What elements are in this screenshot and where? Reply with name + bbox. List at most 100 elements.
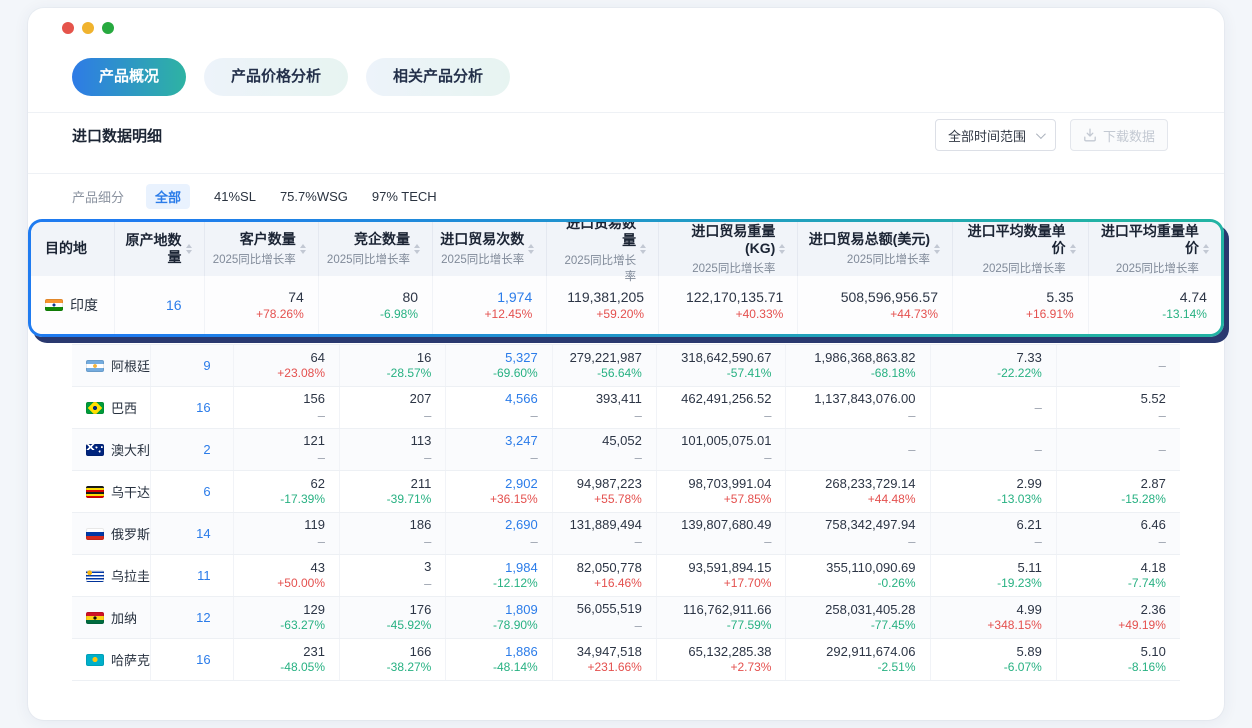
cell-trade-quantity: 34,947,518+231.66% bbox=[552, 639, 656, 680]
filter-option[interactable]: 97% TECH bbox=[372, 189, 437, 204]
cell-origin-count: 2 bbox=[150, 429, 233, 470]
cell-destination: 印度 bbox=[31, 276, 114, 334]
column-header-trade-count[interactable]: 进口贸易次数2025同比增长率 bbox=[432, 222, 546, 276]
cell-customer-count: 64+23.08% bbox=[233, 345, 339, 386]
cell-trade-amount-usd: – bbox=[785, 429, 929, 470]
cell-avg-quantity-price: 5.35+16.91% bbox=[952, 276, 1088, 334]
cell-customer-count: 74+78.26% bbox=[204, 276, 318, 334]
column-header-customer-count[interactable]: 客户数量2025同比增长率 bbox=[204, 222, 318, 276]
cell-customer-count: 129-63.27% bbox=[233, 597, 339, 638]
cell-customer-count: 121– bbox=[233, 429, 339, 470]
cell-customer-count: 231-48.05% bbox=[233, 639, 339, 680]
filter-option[interactable]: 全部 bbox=[146, 184, 190, 209]
cell-destination: 阿根廷 bbox=[72, 345, 150, 386]
sort-icon[interactable] bbox=[300, 244, 306, 254]
cell-trade-quantity: 131,889,494– bbox=[552, 513, 656, 554]
cell-trade-weight-kg: 65,132,285.38+2.73% bbox=[656, 639, 786, 680]
table-row[interactable]: 乌干达662-17.39%211-39.71%2,902+36.15%94,98… bbox=[72, 471, 1180, 513]
cell-avg-quantity-price: – bbox=[930, 429, 1056, 470]
cell-competitor-count: 3– bbox=[339, 555, 445, 596]
cell-trade-quantity: 119,381,205+59.20% bbox=[546, 276, 658, 334]
cell-trade-amount-usd: 268,233,729.14+44.48% bbox=[785, 471, 929, 512]
cell-trade-quantity: 82,050,778+16.46% bbox=[552, 555, 656, 596]
cell-origin-count: 6 bbox=[150, 471, 233, 512]
cell-origin-count: 11 bbox=[150, 555, 233, 596]
highlighted-table-section: 目的地原产地数量客户数量2025同比增长率竞企数量2025同比增长率进口贸易次数… bbox=[28, 219, 1224, 337]
sort-icon[interactable] bbox=[528, 244, 534, 254]
cell-trade-count: 1,886-48.14% bbox=[445, 639, 551, 680]
section-header: 进口数据明细 全部时间范围 下载数据 bbox=[28, 113, 1224, 157]
column-header-trade-weight-kg[interactable]: 进口贸易重量(KG)2025同比增长率 bbox=[658, 222, 797, 276]
column-header-avg-weight-price[interactable]: 进口平均重量单价2025同比增长率 bbox=[1088, 222, 1221, 276]
sort-icon[interactable] bbox=[186, 244, 192, 254]
table-row[interactable]: 加纳12129-63.27%176-45.92%1,809-78.90%56,0… bbox=[72, 597, 1180, 639]
sort-icon[interactable] bbox=[640, 244, 646, 254]
sort-icon[interactable] bbox=[779, 244, 785, 254]
filter-option[interactable]: 75.7%WSG bbox=[280, 189, 348, 204]
cell-avg-weight-price: 6.46– bbox=[1056, 513, 1180, 554]
filter-options: 全部 41%SL 75.7%WSG 97% TECH bbox=[146, 184, 437, 209]
cell-trade-weight-kg: 98,703,991.04+57.85% bbox=[656, 471, 786, 512]
product-segment-filter: 产品细分 全部 41%SL 75.7%WSG 97% TECH bbox=[28, 174, 1224, 219]
column-header-trade-quantity[interactable]: 进口贸易数量2025同比增长率 bbox=[546, 222, 658, 276]
table-row[interactable]: 阿根廷964+23.08%16-28.57%5,327-69.60%279,22… bbox=[72, 345, 1180, 387]
cell-trade-weight-kg: 122,170,135.71+40.33% bbox=[658, 276, 797, 334]
cell-trade-amount-usd: 355,110,090.69-0.26% bbox=[785, 555, 929, 596]
filter-label: 产品细分 bbox=[72, 187, 124, 206]
column-header-trade-amount-usd[interactable]: 进口贸易总额(美元)2025同比增长率 bbox=[797, 222, 952, 276]
time-range-select[interactable]: 全部时间范围 bbox=[935, 119, 1056, 151]
cell-trade-weight-kg: 318,642,590.67-57.41% bbox=[656, 345, 786, 386]
maximize-window-button[interactable] bbox=[102, 22, 114, 34]
tab-product-overview[interactable]: 产品概况 bbox=[72, 58, 186, 96]
close-window-button[interactable] bbox=[62, 22, 74, 34]
cell-trade-quantity: 94,987,223+55.78% bbox=[552, 471, 656, 512]
sort-icon[interactable] bbox=[934, 244, 940, 254]
download-icon bbox=[1083, 128, 1097, 142]
tab-product-price-analysis[interactable]: 产品价格分析 bbox=[204, 58, 348, 96]
cell-destination: 澳大利亚 bbox=[72, 429, 150, 470]
section-title: 进口数据明细 bbox=[72, 125, 162, 146]
cell-competitor-count: 176-45.92% bbox=[339, 597, 445, 638]
time-range-value: 全部时间范围 bbox=[948, 126, 1026, 145]
cell-customer-count: 156– bbox=[233, 387, 339, 428]
download-data-button[interactable]: 下载数据 bbox=[1070, 119, 1168, 151]
cell-customer-count: 119– bbox=[233, 513, 339, 554]
cell-avg-quantity-price: – bbox=[930, 387, 1056, 428]
column-header-competitor-count[interactable]: 竞企数量2025同比增长率 bbox=[318, 222, 432, 276]
cell-customer-count: 62-17.39% bbox=[233, 471, 339, 512]
column-header-avg-quantity-price[interactable]: 进口平均数量单价2025同比增长率 bbox=[952, 222, 1088, 276]
highlight-inner: 目的地原产地数量客户数量2025同比增长率竞企数量2025同比增长率进口贸易次数… bbox=[31, 222, 1221, 334]
table-row[interactable]: 巴西16156–207–4,566–393,411–462,491,256.52… bbox=[72, 387, 1180, 429]
chevron-down-icon bbox=[1036, 129, 1046, 139]
argentina-flag-icon bbox=[86, 360, 104, 372]
cell-avg-quantity-price: 7.33-22.22% bbox=[930, 345, 1056, 386]
filter-option[interactable]: 41%SL bbox=[214, 189, 256, 204]
cell-origin-count: 16 bbox=[150, 387, 233, 428]
table-row[interactable]: 澳大利亚2121–113–3,247–45,052–101,005,075.01… bbox=[72, 429, 1180, 471]
cell-avg-weight-price: 2.87-15.28% bbox=[1056, 471, 1180, 512]
cell-trade-count: 1,809-78.90% bbox=[445, 597, 551, 638]
column-header-origin-count[interactable]: 原产地数量 bbox=[114, 222, 203, 276]
tab-related-product-analysis[interactable]: 相关产品分析 bbox=[366, 58, 510, 96]
sort-icon[interactable] bbox=[1070, 244, 1076, 254]
table-row[interactable]: 哈萨克斯坦16231-48.05%166-38.27%1,886-48.14%3… bbox=[72, 639, 1180, 681]
cell-origin-count: 16 bbox=[150, 639, 233, 680]
tab-bar: 产品概况产品价格分析相关产品分析 bbox=[72, 58, 1180, 96]
minimize-window-button[interactable] bbox=[82, 22, 94, 34]
cell-avg-weight-price: 4.74-13.14% bbox=[1088, 276, 1221, 334]
table-row[interactable]: 乌拉圭1143+50.00%3–1,984-12.12%82,050,778+1… bbox=[72, 555, 1180, 597]
cell-trade-quantity: 393,411– bbox=[552, 387, 656, 428]
cell-trade-weight-kg: 101,005,075.01– bbox=[656, 429, 786, 470]
cell-origin-count: 16 bbox=[114, 276, 203, 334]
highlighted-table-row[interactable]: 印度1674+78.26%80-6.98%1,974+12.45%119,381… bbox=[31, 276, 1221, 334]
sort-icon[interactable] bbox=[414, 244, 420, 254]
cell-trade-count: 1,984-12.12% bbox=[445, 555, 551, 596]
cell-competitor-count: 80-6.98% bbox=[318, 276, 432, 334]
table-row[interactable]: 俄罗斯14119–186–2,690–131,889,494–139,807,6… bbox=[72, 513, 1180, 555]
cell-destination: 加纳 bbox=[72, 597, 150, 638]
sort-icon[interactable] bbox=[1203, 244, 1209, 254]
cell-destination: 乌拉圭 bbox=[72, 555, 150, 596]
cell-competitor-count: 186– bbox=[339, 513, 445, 554]
cell-trade-amount-usd: 258,031,405.28-77.45% bbox=[785, 597, 929, 638]
cell-competitor-count: 16-28.57% bbox=[339, 345, 445, 386]
